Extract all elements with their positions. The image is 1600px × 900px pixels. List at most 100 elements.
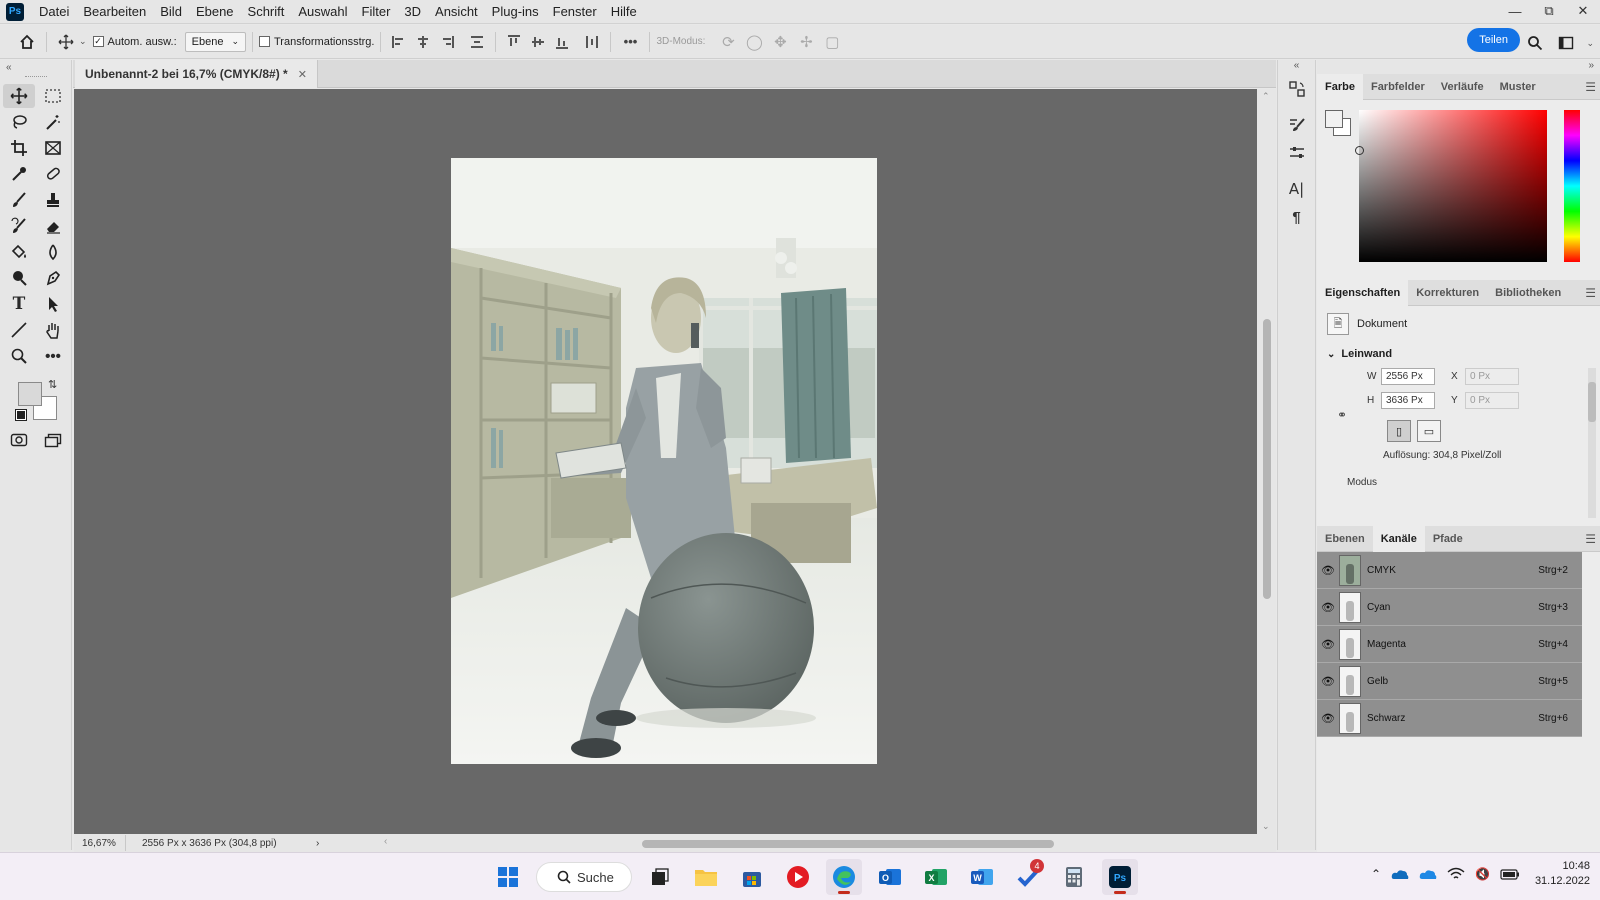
search-icon[interactable] <box>1522 30 1548 56</box>
menu-bild[interactable]: Bild <box>153 0 189 24</box>
screen-mode-icon[interactable] <box>37 428 69 452</box>
horizontal-scrollbar[interactable]: ‹ › <box>384 836 1314 849</box>
tab-korrekturen[interactable]: Korrekturen <box>1408 280 1487 306</box>
swap-colors-icon[interactable]: ⇅ <box>48 378 57 391</box>
horizontal-scroll-thumb[interactable] <box>642 840 1054 848</box>
checkbox-checked-icon[interactable]: ✓ <box>92 36 104 47</box>
lasso-tool-icon[interactable] <box>3 110 35 134</box>
paragraph-panel-icon[interactable]: ¶ <box>1282 204 1312 230</box>
minimize-button[interactable]: — <box>1498 0 1532 22</box>
chevron-down-icon[interactable]: ⌄ <box>1327 349 1335 360</box>
paint-bucket-icon[interactable] <box>3 240 35 264</box>
todo-icon[interactable]: 4 <box>1010 859 1046 895</box>
tab-bibliotheken[interactable]: Bibliotheken <box>1487 280 1569 306</box>
clone-stamp-icon[interactable] <box>37 188 69 212</box>
edit-toolbar-icon[interactable]: ••• <box>37 344 69 368</box>
magic-wand-icon[interactable] <box>37 110 69 134</box>
document-image[interactable] <box>451 158 877 764</box>
menu-ebene[interactable]: Ebene <box>189 0 241 24</box>
menu-bearbeiten[interactable]: Bearbeiten <box>76 0 153 24</box>
eraser-icon[interactable] <box>37 214 69 238</box>
menu-fenster[interactable]: Fenster <box>546 0 604 24</box>
chevron-down-icon[interactable]: ⌄ <box>79 36 87 47</box>
checkbox-unchecked-icon[interactable] <box>259 36 270 47</box>
file-explorer-icon[interactable] <box>688 859 724 895</box>
portrait-orientation-icon[interactable]: ▯ <box>1387 420 1411 442</box>
panel-menu-icon[interactable]: ☰ <box>1585 286 1596 300</box>
eye-icon[interactable]: 👁 <box>1317 638 1339 651</box>
eye-icon[interactable]: 👁 <box>1317 675 1339 688</box>
canvas-area[interactable] <box>74 89 1257 834</box>
3d-pan-icon[interactable]: ✥ <box>767 29 793 55</box>
tab-farbfelder[interactable]: Farbfelder <box>1363 74 1433 100</box>
canvas-y-input[interactable]: 0 Px <box>1465 391 1519 409</box>
align-top-icon[interactable] <box>502 30 526 54</box>
pen-tool-icon[interactable] <box>37 266 69 290</box>
history-panel-icon[interactable] <box>1282 76 1312 102</box>
align-middle-vertical-icon[interactable] <box>526 30 550 54</box>
task-view-icon[interactable] <box>642 859 678 895</box>
link-dimensions-icon[interactable]: ⚭ <box>1337 408 1347 422</box>
healing-brush-icon[interactable] <box>37 162 69 186</box>
windows-start-icon[interactable] <box>490 859 526 895</box>
menu-hilfe[interactable]: Hilfe <box>604 0 644 24</box>
calculator-icon[interactable] <box>1056 859 1092 895</box>
3d-video-camera-icon[interactable]: ▢ <box>819 29 845 55</box>
canvas-width-input[interactable]: 2556 Px <box>1381 367 1435 385</box>
align-left-icon[interactable] <box>387 30 411 54</box>
wifi-icon[interactable] <box>1447 867 1465 881</box>
collapse-toolbar-icon[interactable]: « <box>0 60 71 74</box>
frame-tool-icon[interactable] <box>37 136 69 160</box>
auto-select-target-dropdown[interactable]: Ebene ⌄ <box>184 31 246 52</box>
tab-eigenschaften[interactable]: Eigenschaften <box>1317 279 1409 306</box>
collapse-panels-icon[interactable]: » <box>1317 60 1600 74</box>
excel-icon[interactable]: X <box>918 859 954 895</box>
rectangular-marquee-icon[interactable] <box>37 84 69 108</box>
battery-icon[interactable] <box>1500 868 1520 880</box>
menu-ansicht[interactable]: Ansicht <box>428 0 485 24</box>
clock[interactable]: 10:48 31.12.2022 <box>1530 859 1590 889</box>
channel-row-gelb[interactable]: 👁 Gelb Strg+5 <box>1317 663 1582 700</box>
taskbar-search[interactable]: Suche <box>536 862 632 892</box>
canvas-height-input[interactable]: 3636 Px <box>1381 391 1435 409</box>
share-button[interactable]: Teilen <box>1467 28 1520 52</box>
menu-datei[interactable]: Datei <box>32 0 76 24</box>
show-hidden-icons-icon[interactable]: ⌃ <box>1371 867 1381 881</box>
properties-scrollbar[interactable] <box>1588 368 1596 518</box>
hand-tool-icon[interactable] <box>37 318 69 342</box>
photoshop-taskbar-icon[interactable]: Ps <box>1102 859 1138 895</box>
channel-row-schwarz[interactable]: 👁 Schwarz Strg+6 <box>1317 700 1582 737</box>
tab-pfade[interactable]: Pfade <box>1425 526 1471 552</box>
3d-roll-icon[interactable]: ◯ <box>741 29 767 55</box>
channel-row-cmyk[interactable]: 👁 CMYK Strg+2 <box>1317 552 1582 589</box>
eyedropper-icon[interactable] <box>3 162 35 186</box>
properties-scroll-thumb[interactable] <box>1588 382 1596 422</box>
menu-filter[interactable]: Filter <box>355 0 398 24</box>
type-tool-icon[interactable]: T <box>3 292 35 316</box>
canvas-x-input[interactable]: 0 Px <box>1465 367 1519 385</box>
zoom-level-field[interactable]: 16,67% <box>78 835 126 851</box>
edge-browser-icon[interactable] <box>826 859 862 895</box>
align-center-horizontal-icon[interactable] <box>411 30 435 54</box>
tab-kanaele[interactable]: Kanäle <box>1372 525 1425 552</box>
speaker-muted-icon[interactable]: 🔇 <box>1475 867 1490 881</box>
eye-icon[interactable]: 👁 <box>1317 712 1339 725</box>
brush-settings-icon[interactable] <box>1282 112 1312 138</box>
microsoft-store-icon[interactable] <box>734 859 770 895</box>
3d-orbit-icon[interactable]: ⟳ <box>715 29 741 55</box>
color-picker-field[interactable] <box>1355 110 1547 262</box>
home-icon[interactable] <box>14 29 40 55</box>
close-window-button[interactable]: ✕ <box>1566 0 1600 22</box>
line-tool-icon[interactable] <box>3 318 35 342</box>
default-colors-icon[interactable] <box>15 409 27 421</box>
document-tab[interactable]: Unbenannt-2 bei 16,7% (CMYK/8#) * ✕ <box>75 60 318 88</box>
scroll-down-icon[interactable]: ⌄ <box>1262 821 1270 832</box>
panel-menu-icon[interactable]: ☰ <box>1585 80 1596 94</box>
restore-button[interactable]: ⧉ <box>1532 0 1566 22</box>
collapse-icons-icon[interactable]: « <box>1278 60 1315 74</box>
quick-mask-icon[interactable] <box>3 428 35 452</box>
distribute-horizontal-icon[interactable] <box>465 30 489 54</box>
foreground-color-swatch[interactable] <box>18 382 42 406</box>
menu-plugins[interactable]: Plug-ins <box>485 0 546 24</box>
menu-3d[interactable]: 3D <box>397 0 428 24</box>
